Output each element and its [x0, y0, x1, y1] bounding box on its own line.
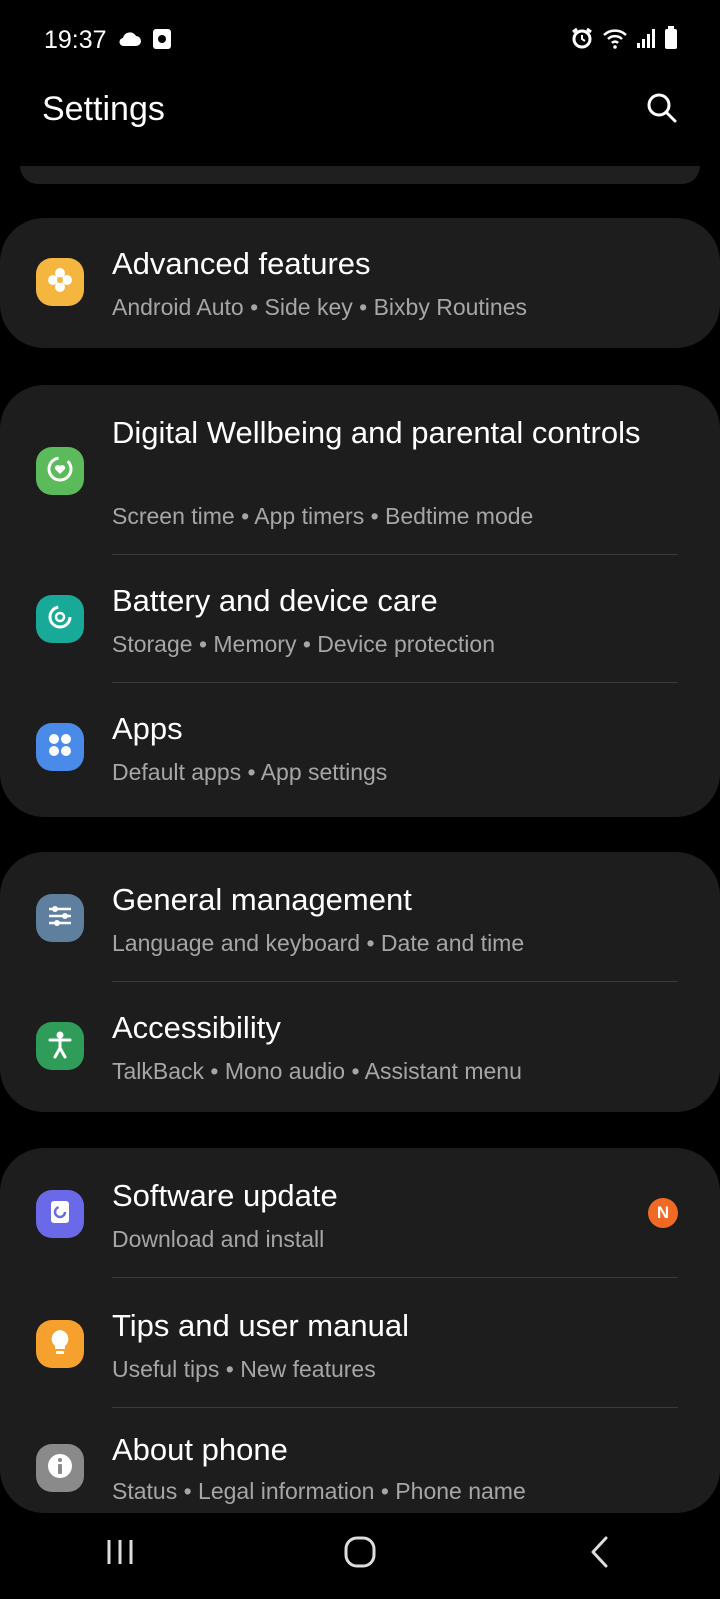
- notification-badge: N: [648, 1198, 678, 1228]
- setting-accessibility[interactable]: Accessibility TalkBack • Mono audio • As…: [0, 982, 720, 1112]
- settings-group-1: Advanced features Android Auto • Side ke…: [0, 218, 720, 348]
- setting-subtitle: Download and install: [112, 1226, 325, 1252]
- setting-title: Digital Wellbeing and parental controls: [112, 415, 641, 450]
- setting-general-management[interactable]: General management Language and keyboard…: [0, 852, 720, 982]
- general-management-icon: [45, 901, 75, 936]
- software-update-icon: [45, 1197, 75, 1232]
- setting-advanced-features[interactable]: Advanced features Android Auto • Side ke…: [0, 218, 720, 346]
- setting-subtitle: Android Auto • Side key • Bixby Routines: [112, 294, 527, 320]
- setting-title: General management: [112, 882, 412, 917]
- setting-title: Battery and device care: [112, 583, 438, 618]
- alarm-icon: [570, 26, 594, 55]
- recent-apps-button[interactable]: [80, 1525, 160, 1585]
- settings-group-2: Digital Wellbeing and parental controls …: [0, 385, 720, 817]
- signal-icon: [636, 27, 656, 54]
- home-button[interactable]: [320, 1525, 400, 1585]
- lightbulb-icon: [45, 1327, 75, 1362]
- setting-digital-wellbeing[interactable]: Digital Wellbeing and parental controls …: [0, 385, 720, 555]
- back-button[interactable]: [560, 1525, 640, 1585]
- recent-apps-icon: [103, 1537, 137, 1572]
- cloud-icon: [118, 31, 142, 52]
- setting-subtitle: Storage • Memory • Device protection: [112, 631, 495, 657]
- setting-software-update[interactable]: Software update Download and install N: [0, 1148, 720, 1278]
- device-care-icon: [45, 602, 75, 637]
- previous-card-edge: [20, 166, 700, 184]
- setting-subtitle: Default apps • App settings: [112, 759, 388, 785]
- setting-title: Tips and user manual: [112, 1308, 409, 1343]
- status-bar: 19:37: [0, 0, 720, 80]
- app-bar: Settings: [0, 80, 720, 160]
- setting-title: About phone: [112, 1432, 288, 1467]
- settings-group-4: Software update Download and install N T…: [0, 1148, 720, 1513]
- screenshot-icon: [152, 28, 172, 55]
- wifi-icon: [602, 27, 628, 54]
- status-time: 19:37: [44, 26, 107, 54]
- setting-title: Accessibility: [112, 1010, 281, 1045]
- accessibility-icon: [45, 1029, 75, 1064]
- setting-subtitle: Screen time • App timers • Bedtime mode: [112, 503, 534, 529]
- setting-title: Software update: [112, 1178, 338, 1213]
- home-icon: [342, 1534, 378, 1575]
- search-button[interactable]: [640, 88, 684, 132]
- setting-subtitle: Status • Legal information • Phone name: [112, 1478, 526, 1504]
- apps-icon: [45, 730, 75, 765]
- digital-wellbeing-icon: [45, 454, 75, 489]
- setting-apps[interactable]: Apps Default apps • App settings: [0, 683, 720, 811]
- setting-about-phone[interactable]: About phone Status • Legal information •…: [0, 1408, 720, 1513]
- setting-subtitle: Useful tips • New features: [112, 1356, 376, 1382]
- setting-title: Advanced features: [112, 246, 371, 281]
- battery-icon: [664, 26, 678, 55]
- setting-subtitle: Language and keyboard • Date and time: [112, 930, 525, 956]
- advanced-features-icon: [45, 265, 75, 300]
- back-icon: [588, 1535, 612, 1574]
- navigation-bar: [0, 1510, 720, 1599]
- setting-tips-user-manual[interactable]: Tips and user manual Useful tips • New f…: [0, 1278, 720, 1408]
- info-icon: [45, 1451, 75, 1486]
- settings-group-3: General management Language and keyboard…: [0, 852, 720, 1112]
- page-title: Settings: [42, 90, 165, 128]
- setting-battery-device-care[interactable]: Battery and device care Storage • Memory…: [0, 555, 720, 683]
- setting-subtitle: TalkBack • Mono audio • Assistant menu: [112, 1058, 522, 1084]
- setting-title: Apps: [112, 711, 183, 746]
- search-icon: [646, 92, 678, 129]
